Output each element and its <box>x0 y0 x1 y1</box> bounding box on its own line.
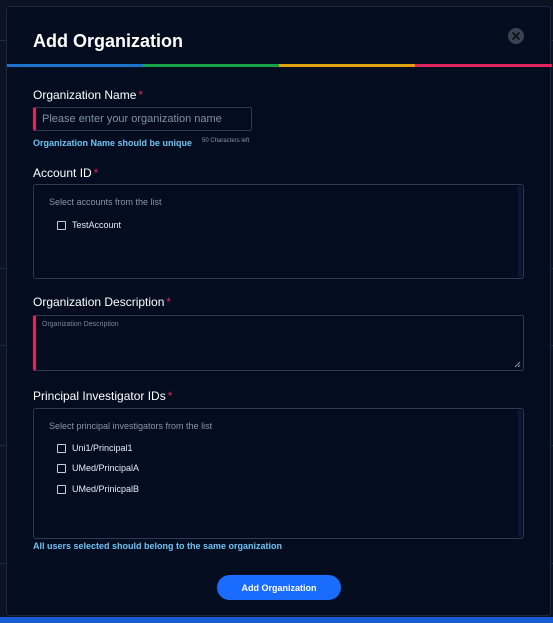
account-list-hint: Select accounts from the list <box>49 197 162 207</box>
list-item[interactable]: TestAccount <box>57 219 121 231</box>
header-stripe-green <box>143 64 279 67</box>
required-mark: * <box>138 88 144 102</box>
list-item[interactable]: UMed/PrincipalA <box>57 462 139 474</box>
close-button[interactable] <box>508 28 524 44</box>
account-listbox[interactable]: Select accounts from the list TestAccoun… <box>33 184 524 279</box>
header-stripe-blue <box>7 64 143 67</box>
resize-grip-icon[interactable] <box>514 361 521 368</box>
investigators-label-text: Principal Investigator IDs <box>33 389 166 403</box>
list-item-label: UMed/PrinicpalB <box>72 484 140 494</box>
chars-left-counter: 50 Characters left <box>202 138 250 144</box>
org-name-placeholder: Please enter your organization name <box>42 113 222 125</box>
required-mark: * <box>166 295 172 309</box>
scrollbar[interactable] <box>518 410 522 537</box>
header-stripe-yellow <box>279 64 415 67</box>
org-name-input[interactable]: Please enter your organization name <box>33 107 252 131</box>
checkbox[interactable] <box>57 463 66 473</box>
backdrop-bottom-bar <box>0 617 553 623</box>
investigators-hint: All users selected should belong to the … <box>33 541 283 551</box>
list-item[interactable]: Uni1/Principal1 <box>57 442 133 454</box>
account-id-label: Account ID * <box>33 166 98 180</box>
close-icon <box>512 32 520 40</box>
org-description-label: Organization Description * <box>33 295 171 309</box>
header-stripe-red <box>415 64 552 67</box>
investigators-list-hint: Select principal investigators from the … <box>49 421 213 431</box>
org-description-textarea[interactable]: Organization Description <box>33 315 524 371</box>
investigators-listbox[interactable]: Select principal investigators from the … <box>33 408 524 539</box>
org-name-label-text: Organization Name <box>33 88 137 102</box>
org-name-hint: Organization Name should be unique <box>33 138 193 148</box>
org-description-label-text: Organization Description <box>33 295 165 309</box>
checkbox[interactable] <box>57 220 66 230</box>
org-description-placeholder: Organization Description <box>42 321 119 328</box>
required-mark: * <box>167 389 173 403</box>
list-item-label: TestAccount <box>72 220 122 230</box>
list-item-label: UMed/PrincipalA <box>72 463 140 473</box>
scrollbar[interactable] <box>518 186 522 277</box>
account-id-label-text: Account ID <box>33 166 92 180</box>
list-item-label: Uni1/Principal1 <box>72 443 133 453</box>
list-item[interactable]: UMed/PrinicpalB <box>57 483 139 495</box>
checkbox[interactable] <box>57 484 66 494</box>
investigators-label: Principal Investigator IDs * <box>33 389 172 403</box>
required-mark: * <box>93 166 99 180</box>
add-organization-button[interactable]: Add Organization <box>217 575 341 600</box>
checkbox[interactable] <box>57 443 66 453</box>
modal-title: Add Organization <box>33 31 183 51</box>
org-name-label: Organization Name * <box>33 88 143 102</box>
add-organization-modal: Add Organization Organization Name * Plea… <box>6 6 552 616</box>
